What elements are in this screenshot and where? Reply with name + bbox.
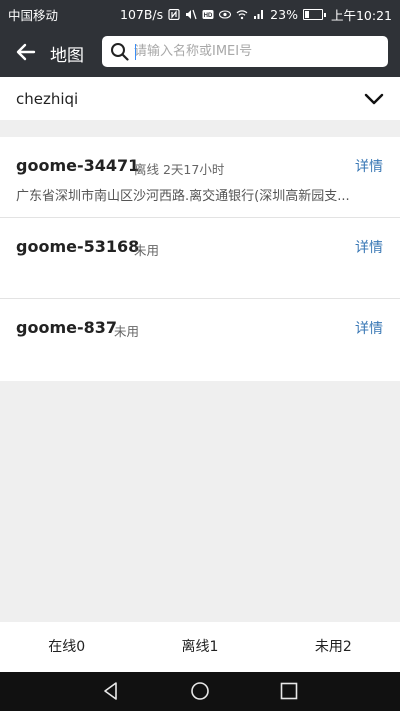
- search-icon: [111, 43, 129, 61]
- nav-recent-icon[interactable]: [279, 681, 299, 701]
- hd-icon: HD: [202, 10, 214, 19]
- status-indicators: 107B/s HD 23% 上午10:21: [120, 5, 392, 24]
- chevron-down-icon: [364, 93, 384, 105]
- svg-text:HD: HD: [204, 13, 213, 19]
- status-tabs: 在线0 离线1 未用2: [0, 622, 400, 672]
- device-status: 未用: [134, 243, 160, 258]
- system-nav-bar: [0, 672, 400, 711]
- device-row[interactable]: goome-53168 未用 详情: [0, 218, 400, 299]
- nfc-icon: [168, 9, 180, 20]
- net-speed: 107B/s: [120, 7, 164, 22]
- wifi-icon: [236, 10, 248, 20]
- device-name: goome-837: [16, 318, 117, 337]
- device-row[interactable]: goome-837 未用 详情: [0, 299, 400, 380]
- device-status: 离线 2天17小时: [134, 162, 225, 177]
- status-bar: 中国移动 107B/s HD 23% 上午10:21: [0, 0, 400, 26]
- group-label: chezhiqi: [16, 90, 79, 108]
- battery-percent: 23%: [270, 7, 298, 22]
- signal-icon: [254, 10, 264, 19]
- search-box[interactable]: [102, 36, 388, 67]
- text-cursor: [135, 44, 136, 60]
- mute-icon: [186, 9, 197, 20]
- back-arrow-icon[interactable]: [14, 40, 38, 64]
- device-address: 广东省深圳市南山区沙河西路.离交通银行(深圳高新园支...: [16, 189, 350, 204]
- page-title: 地图: [50, 46, 84, 66]
- detail-link[interactable]: 详情: [355, 237, 383, 257]
- detail-link[interactable]: 详情: [355, 156, 383, 176]
- device-name: goome-53168: [16, 237, 140, 256]
- nav-back-icon[interactable]: [101, 681, 121, 701]
- clock: 上午10:21: [330, 8, 392, 23]
- carrier-label: 中国移动: [8, 8, 59, 23]
- tab-unused[interactable]: 未用2: [267, 622, 400, 672]
- title-bar: 地图: [0, 26, 400, 77]
- device-name: goome-34471: [16, 156, 140, 175]
- device-row[interactable]: goome-34471 离线 2天17小时 详情 广东省深圳市南山区沙河西路.离…: [0, 137, 400, 218]
- tab-offline[interactable]: 离线1: [133, 622, 266, 672]
- search-input[interactable]: [134, 39, 380, 63]
- group-selector[interactable]: chezhiqi: [0, 77, 400, 120]
- device-list: goome-34471 离线 2天17小时 详情 广东省深圳市南山区沙河西路.离…: [0, 137, 400, 381]
- battery-icon: [302, 9, 326, 20]
- nav-home-icon[interactable]: [190, 681, 210, 701]
- tab-online[interactable]: 在线0: [0, 622, 133, 672]
- detail-link[interactable]: 详情: [355, 318, 383, 338]
- device-status: 未用: [114, 324, 140, 339]
- eye-icon: [219, 10, 232, 19]
